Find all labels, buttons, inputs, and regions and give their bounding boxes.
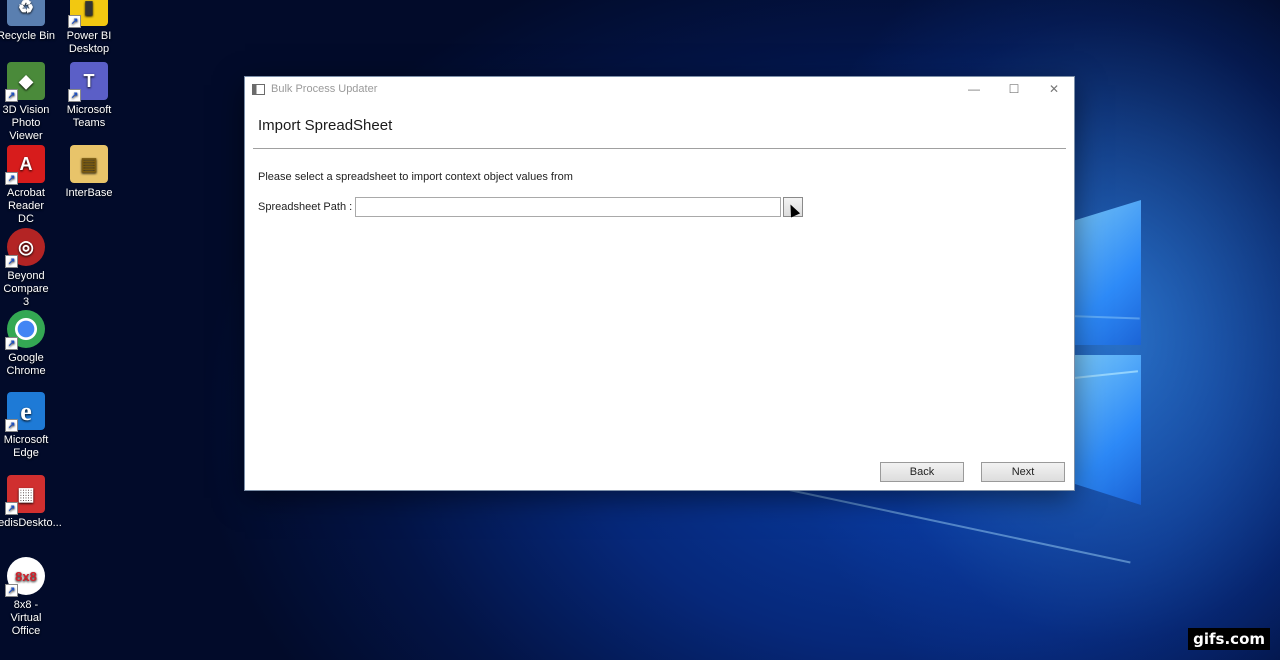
teams-icon: T ↗ [68, 62, 108, 102]
acrobat-icon: A ↗ [5, 145, 45, 185]
header-divider [253, 148, 1066, 149]
8x8-icon: 8x8 ↗ [5, 557, 45, 597]
page-title: Import SpreadSheet [258, 117, 393, 134]
instruction-text: Please select a spreadsheet to import co… [258, 171, 573, 183]
spreadsheet-path-input[interactable] [355, 197, 781, 217]
shortcut-arrow-icon: ↗ [68, 15, 81, 28]
desktop-icon-power-bi[interactable]: ▮ ↗ Power BI Desktop [49, 0, 129, 56]
desktop-icon-8x8[interactable]: 8x8 ↗ 8x8 - Virtual Office [0, 557, 66, 638]
redis-icon: ▦ ↗ [5, 475, 45, 515]
shortcut-arrow-icon: ↗ [5, 337, 18, 350]
power-bi-icon: ▮ ↗ [68, 0, 108, 28]
beyond-compare-icon: ◎ ↗ [5, 228, 45, 268]
window-caption-buttons: — ☐ ✕ [954, 77, 1074, 101]
bulk-process-updater-window: Bulk Process Updater — ☐ ✕ Import Spread… [245, 77, 1074, 490]
shortcut-arrow-icon: ↗ [5, 419, 18, 432]
desktop-icon-label: RedisDeskto... [0, 517, 62, 529]
desktop-icon-label: Microsoft Teams [66, 104, 112, 129]
shortcut-arrow-icon: ↗ [5, 584, 18, 597]
desktop-icon-label: Microsoft Edge [3, 434, 49, 459]
3d-vision-icon: ◆ ↗ [5, 62, 45, 102]
desktop-icon-label: Acrobat Reader DC [7, 187, 45, 225]
desktop-icon-edge[interactable]: e ↗ Microsoft Edge [0, 392, 66, 460]
chrome-icon: ↗ [5, 310, 45, 350]
minimize-icon[interactable]: — [954, 77, 994, 101]
maximize-icon[interactable]: ☐ [994, 77, 1034, 101]
shortcut-arrow-icon: ↗ [5, 502, 18, 515]
desktop-icon-label: Beyond Compare 3 [3, 270, 49, 308]
windows-logo-pane-top [1075, 200, 1141, 345]
desktop-icon-label: 3D Vision Photo Viewer [2, 104, 50, 142]
desktop-icon-label: InterBase [65, 187, 113, 199]
spreadsheet-path-label: Spreadsheet Path : [258, 201, 353, 213]
shortcut-arrow-icon: ↗ [5, 172, 18, 185]
recycle-bin-icon: ♻ [7, 0, 45, 26]
folder-icon: ▤ [70, 145, 108, 183]
app-window-icon [252, 83, 265, 95]
next-button[interactable]: Next [981, 462, 1065, 482]
desktop-icon-label: 8x8 - Virtual Office [10, 599, 42, 637]
edge-icon: e ↗ [5, 392, 45, 432]
shortcut-arrow-icon: ↗ [5, 89, 18, 102]
shortcut-arrow-icon: ↗ [5, 255, 18, 268]
desktop-icon-chrome[interactable]: ↗ Google Chrome [0, 310, 66, 378]
desktop-icon-interbase[interactable]: ▤ InterBase [49, 145, 129, 200]
desktop-icon-redis[interactable]: ▦ ↗ RedisDeskto... [0, 475, 66, 530]
desktop-icon-teams[interactable]: T ↗ Microsoft Teams [49, 62, 129, 130]
back-button[interactable]: Back [880, 462, 964, 482]
shortcut-arrow-icon: ↗ [68, 89, 81, 102]
desktop-icon-label: Google Chrome [6, 352, 46, 377]
title-bar[interactable]: Bulk Process Updater — ☐ ✕ [245, 77, 1074, 101]
close-icon[interactable]: ✕ [1034, 77, 1074, 101]
desktop-icon-label: Power BI Desktop [66, 30, 112, 55]
desktop-icon-beyond-compare[interactable]: ◎ ↗ Beyond Compare 3 [0, 228, 66, 309]
gifs-watermark: gifs.com [1188, 628, 1270, 650]
window-title: Bulk Process Updater [271, 83, 378, 95]
